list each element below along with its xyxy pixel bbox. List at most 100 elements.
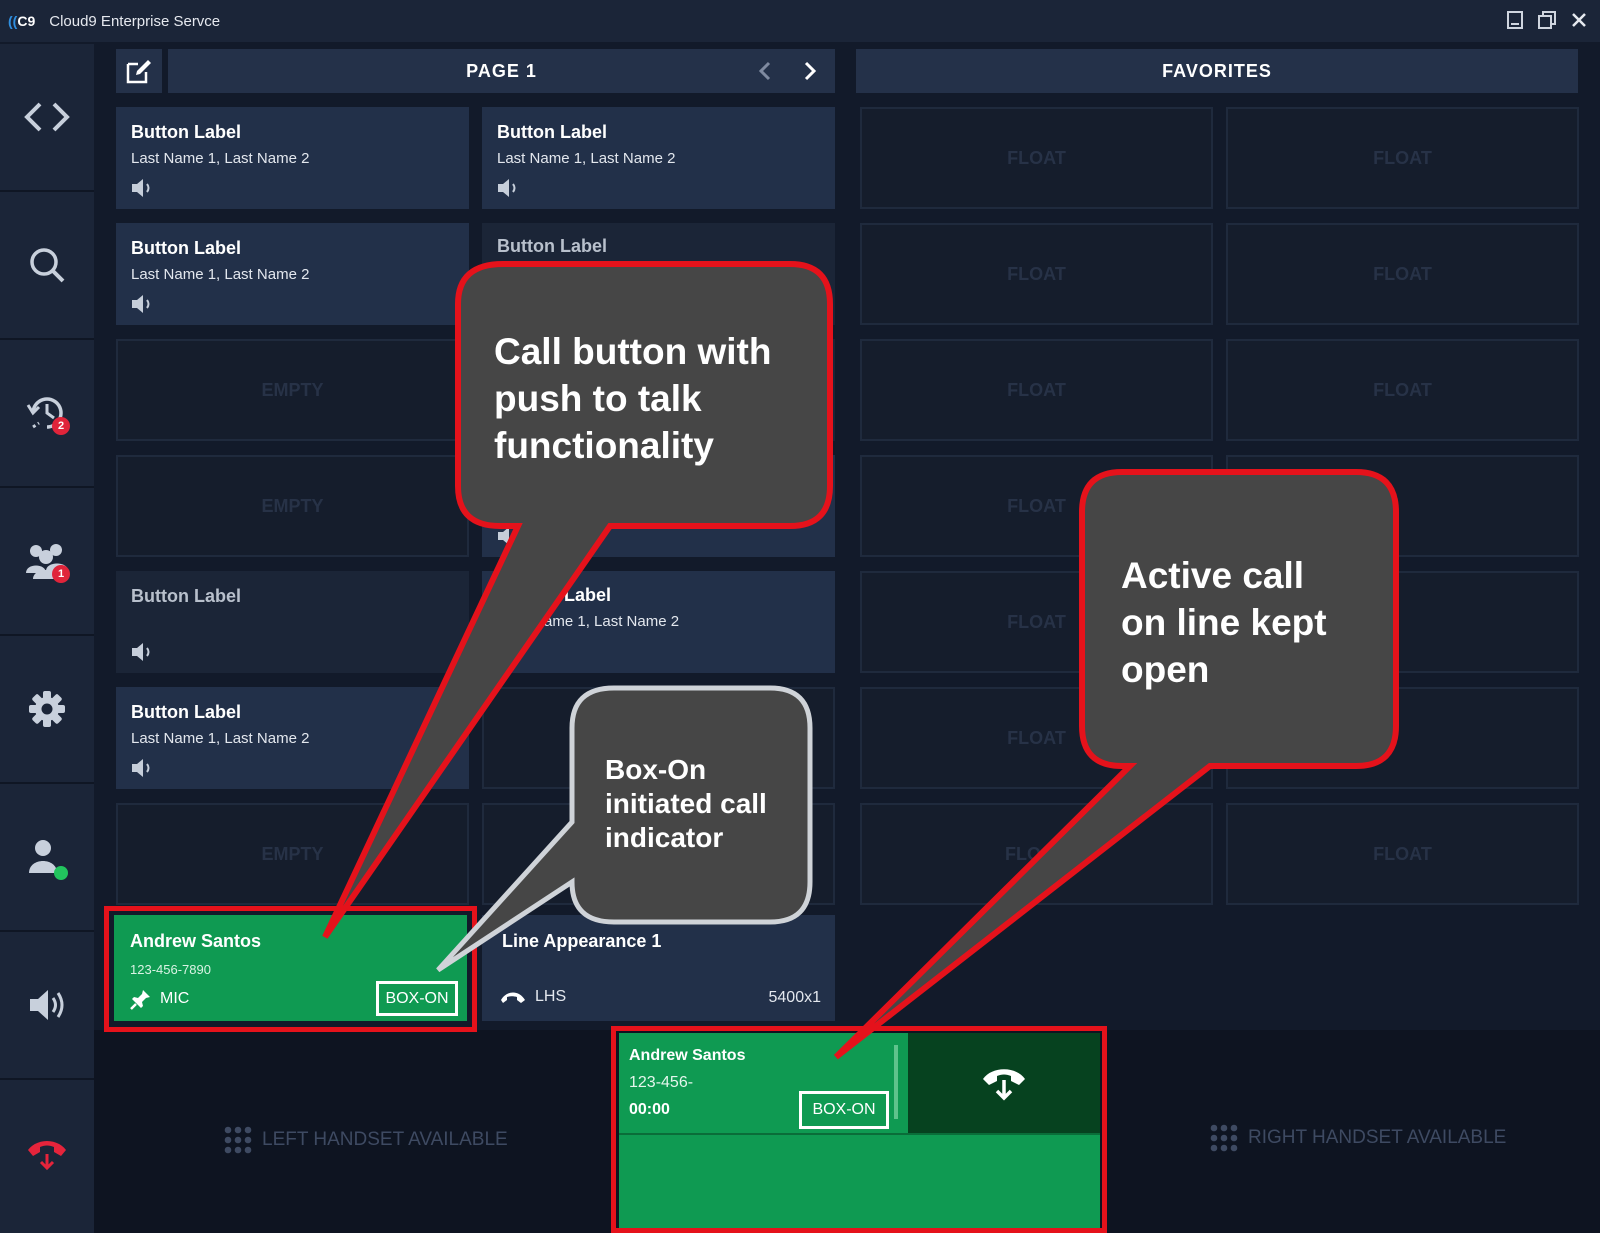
empty-slot[interactable]: EMPTY bbox=[116, 339, 469, 441]
favorite-slot[interactable]: AT bbox=[1226, 455, 1579, 557]
favorite-slot[interactable]: FLOAT bbox=[1226, 339, 1579, 441]
float-placeholder: FLOAT bbox=[1007, 380, 1066, 400]
favorite-slot[interactable]: FLO bbox=[860, 803, 1213, 905]
favorite-slot[interactable]: FLOAT bbox=[1226, 223, 1579, 325]
history-badge: 2 bbox=[52, 417, 70, 435]
speed-dial-button[interactable]: Button Label Last Name 1, Last Name 2 bbox=[116, 687, 469, 789]
caller-number: 123-456-7890 bbox=[130, 962, 211, 977]
call-button-ptt[interactable]: Andrew Santos 123-456-7890 MIC BOX-ON bbox=[114, 915, 467, 1021]
speed-dial-button[interactable] bbox=[482, 455, 835, 557]
page-header: PAGE 1 bbox=[168, 49, 835, 93]
prev-page-button[interactable] bbox=[751, 57, 779, 85]
favorite-slot[interactable]: FLOAT bbox=[860, 223, 1213, 325]
empty-slot[interactable]: EMPTY bbox=[116, 455, 469, 557]
callout-boxon-text: Box-On initiated call indicator bbox=[605, 754, 767, 853]
favorite-slot[interactable]: FLOAT bbox=[860, 455, 1213, 557]
float-placeholder: FLO bbox=[1005, 844, 1041, 864]
favorite-slot[interactable]: FLOAT bbox=[860, 339, 1213, 441]
speaker-icon bbox=[498, 527, 516, 545]
box-on-indicator[interactable]: BOX-ON bbox=[376, 981, 458, 1016]
hangup-icon bbox=[28, 1141, 66, 1171]
sidebar-item-search[interactable] bbox=[0, 192, 94, 340]
edit-button[interactable] bbox=[116, 49, 162, 93]
sidebar-item-settings[interactable] bbox=[0, 636, 94, 784]
float-placeholder: FLOAT bbox=[1007, 728, 1066, 748]
speaker-icon bbox=[132, 759, 150, 777]
dialpad-icon bbox=[1210, 1124, 1238, 1152]
favorite-slot[interactable]: FLOAT bbox=[1226, 803, 1579, 905]
favorite-slot[interactable]: FLOAT bbox=[1226, 107, 1579, 209]
divider bbox=[894, 1045, 898, 1119]
pin-icon bbox=[130, 990, 150, 1010]
line-appearance-button[interactable]: Line Appearance 1 LHS 5400x1 bbox=[482, 915, 835, 1021]
empty-placeholder: EMPTY bbox=[261, 844, 324, 864]
favorite-slot[interactable]: AT bbox=[1226, 687, 1579, 789]
left-handset-status[interactable]: LEFT HANDSET AVAILABLE bbox=[224, 1126, 508, 1154]
button-label: Button Label bbox=[131, 586, 241, 606]
speaker-icon bbox=[30, 990, 64, 1020]
empty-slot[interactable]: EMPTY bbox=[116, 803, 469, 905]
favorite-slot[interactable]: FLOAT bbox=[860, 687, 1213, 789]
release-call-button[interactable] bbox=[908, 1033, 1100, 1133]
float-placeholder: AT bbox=[1368, 612, 1391, 632]
presence-status-dot bbox=[54, 866, 68, 880]
favorite-slot[interactable]: FLOAT bbox=[860, 107, 1213, 209]
speed-dial-button[interactable]: Button Label Last Name 1, Last Name 2 bbox=[116, 107, 469, 209]
right-handset-label: RIGHT HANDSET AVAILABLE bbox=[1248, 1127, 1507, 1148]
sidebar-item-hangup[interactable] bbox=[0, 1080, 94, 1228]
page-title: PAGE 1 bbox=[466, 61, 537, 81]
active-call-panel[interactable]: Andrew Santos 123-456- 00:00 BOX-ON bbox=[619, 1033, 1100, 1230]
mic-label: MIC bbox=[160, 990, 190, 1007]
sidebar-item-presence[interactable] bbox=[0, 784, 94, 932]
title-bar: ((C9 Cloud9 Enterprise Servce bbox=[0, 0, 1600, 42]
minimize-icon bbox=[1507, 11, 1523, 29]
contacts-badge: 1 bbox=[52, 565, 70, 583]
speed-dial-button[interactable]: Button Label Last Name 1, Last Name 2 bbox=[482, 107, 835, 209]
empty-placeholder: EMPTY bbox=[261, 380, 324, 400]
minimize-button[interactable] bbox=[1504, 8, 1526, 32]
box-on-indicator[interactable]: BOX-ON bbox=[799, 1091, 889, 1129]
app-title: Cloud9 Enterprise Servce bbox=[49, 12, 221, 30]
search-icon bbox=[30, 248, 65, 283]
float-placeholder: FLOAT bbox=[1373, 148, 1432, 168]
speaker-icon bbox=[132, 643, 150, 661]
button-label: Button Label bbox=[131, 238, 241, 258]
sidebar-item-contacts[interactable]: 1 bbox=[0, 488, 94, 636]
button-label: Button Label bbox=[131, 122, 241, 142]
chevron-right-icon bbox=[804, 61, 817, 81]
sidebar-item-history[interactable]: 2 bbox=[0, 340, 94, 488]
float-placeholder: FLOAT bbox=[1007, 148, 1066, 168]
edit-icon bbox=[126, 60, 151, 84]
right-handset-status[interactable]: RIGHT HANDSET AVAILABLE bbox=[1210, 1124, 1506, 1152]
speaker-icon bbox=[132, 179, 150, 197]
sidebar-item-audio[interactable] bbox=[0, 932, 94, 1080]
button-sublabel: ame 1, Last Name 2 bbox=[544, 613, 680, 630]
float-placeholder: FLOAT bbox=[1373, 380, 1432, 400]
close-icon bbox=[1572, 13, 1586, 27]
speed-dial-button[interactable]: Button Label bbox=[116, 571, 469, 673]
code-arrows-icon bbox=[24, 102, 70, 132]
left-handset-label: LEFT HANDSET AVAILABLE bbox=[262, 1129, 508, 1150]
speed-dial-button[interactable]: Label ame 1, Last Name 2 bbox=[482, 571, 835, 673]
button-label: Button Label bbox=[497, 236, 607, 256]
sidebar-item-dev[interactable] bbox=[0, 44, 94, 192]
dialpad-icon bbox=[224, 1126, 252, 1154]
close-button[interactable] bbox=[1568, 8, 1590, 32]
button-sublabel: Last Name 1, Last Name 2 bbox=[497, 150, 676, 167]
restore-button[interactable] bbox=[1536, 8, 1558, 32]
chevron-left-icon bbox=[758, 61, 771, 81]
handset-indicator: LHS bbox=[499, 988, 566, 1006]
float-placeholder: FLOAT bbox=[1007, 496, 1066, 516]
speed-dial-button[interactable]: Button Label bbox=[482, 223, 835, 325]
button-sublabel: Last Name 1, Last Name 2 bbox=[131, 150, 310, 167]
app-window: ((C9 Cloud9 Enterprise Servce 2 1 PAGE 1… bbox=[0, 0, 1600, 1233]
handset-icon bbox=[501, 992, 525, 1003]
callout-ptt-text: Call button with push to talk functional… bbox=[494, 331, 772, 466]
button-sublabel: Last Name 1, Last Name 2 bbox=[131, 730, 310, 747]
callout-active-text: Active call on line kept open bbox=[1121, 555, 1327, 690]
speed-dial-button[interactable]: Button Label Last Name 1, Last Name 2 bbox=[116, 223, 469, 325]
active-caller-name: Andrew Santos bbox=[629, 1047, 746, 1064]
next-page-button[interactable] bbox=[796, 57, 824, 85]
call-timer: 00:00 bbox=[629, 1101, 670, 1118]
empty-placeholder: EMPTY bbox=[261, 496, 324, 516]
